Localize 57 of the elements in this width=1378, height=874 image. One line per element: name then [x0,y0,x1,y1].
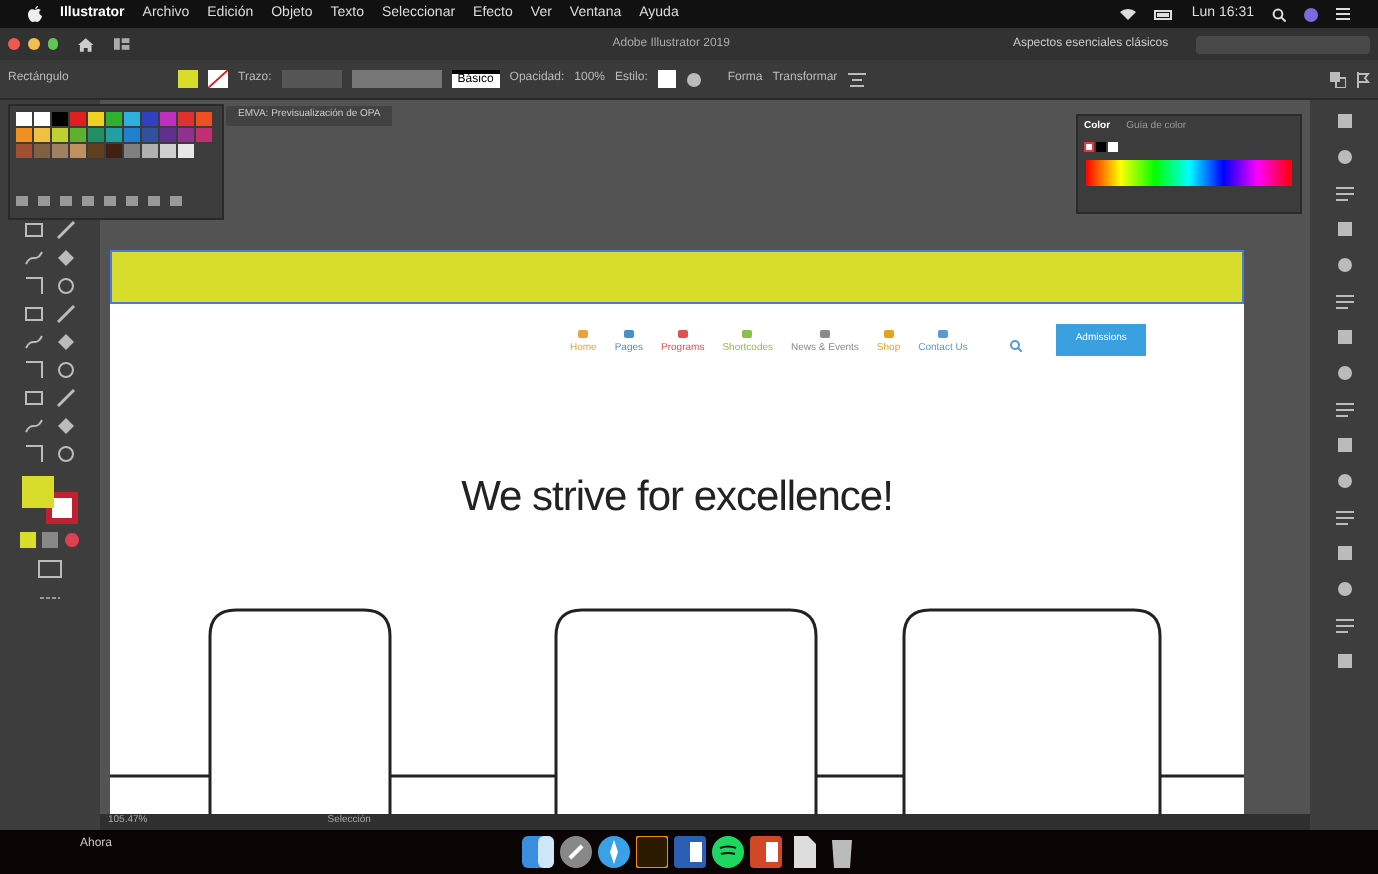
none-swatch-icon[interactable] [1084,141,1094,151]
page-heading: We strive for excellence! [461,472,893,524]
sphere-icon[interactable] [1335,364,1353,382]
panel-icon[interactable] [1335,328,1353,346]
fill-swatch[interactable] [178,70,198,88]
screen-mode-icon[interactable] [38,560,62,578]
pen-icon[interactable] [56,304,76,324]
home-icon[interactable] [78,37,95,51]
apple-icon[interactable] [28,6,42,22]
swatch-icon[interactable] [1096,141,1106,151]
color-spectrum[interactable] [1086,159,1292,185]
square-icon[interactable] [1335,544,1353,562]
circle-icon[interactable] [56,360,76,380]
diamond-icon[interactable] [56,332,76,352]
siri-icon[interactable] [1304,7,1318,21]
battery-icon[interactable] [1153,9,1174,19]
rectangle-icon[interactable] [24,388,44,408]
fill-stroke-drawing[interactable] [22,476,78,524]
align-icon[interactable] [847,71,866,87]
wifi-icon[interactable] [1119,8,1136,20]
diamond-icon[interactable] [56,416,76,436]
circle-icon[interactable] [56,444,76,464]
bars-icon[interactable] [1335,616,1353,634]
pen-icon[interactable] [56,220,76,240]
menu-icon[interactable] [1336,8,1350,20]
rectangle-icon[interactable] [24,304,44,324]
swatch-icon[interactable] [1108,141,1118,151]
curve-icon[interactable] [24,416,44,436]
style-swatch[interactable] [657,70,676,88]
spotify-icon[interactable] [711,836,743,868]
illustrator-app-icon[interactable] [635,836,667,868]
curve-icon[interactable] [24,332,44,352]
list-icon[interactable] [1335,184,1353,202]
close-button[interactable] [8,38,20,50]
arrange-icon[interactable] [1330,71,1346,87]
finder-icon[interactable] [521,836,553,868]
layout-icon[interactable] [114,38,130,50]
compass-icon[interactable] [597,836,629,868]
minimize-button[interactable] [27,38,40,50]
color-mode-icon[interactable] [20,532,36,548]
powerpoint-icon[interactable] [749,836,781,868]
curve-icon[interactable] [24,248,44,268]
corner-icon[interactable] [24,444,44,464]
stroke-weight-field[interactable] [281,70,342,88]
stroke-swatch-icon[interactable] [208,70,228,88]
variable-width-field[interactable] [351,70,442,88]
diamond-icon[interactable] [56,248,76,268]
lines-icon[interactable] [1335,292,1353,310]
more-tools-icon[interactable] [40,594,60,602]
corner-icon[interactable] [24,360,44,380]
flag-icon[interactable] [1356,71,1370,87]
circle-icon[interactable] [56,276,76,296]
rectangle-icon[interactable] [24,220,44,240]
word-icon[interactable] [673,836,705,868]
corner-icon[interactable] [24,276,44,296]
pen-icon[interactable] [56,388,76,408]
zoom-button[interactable] [47,38,59,50]
